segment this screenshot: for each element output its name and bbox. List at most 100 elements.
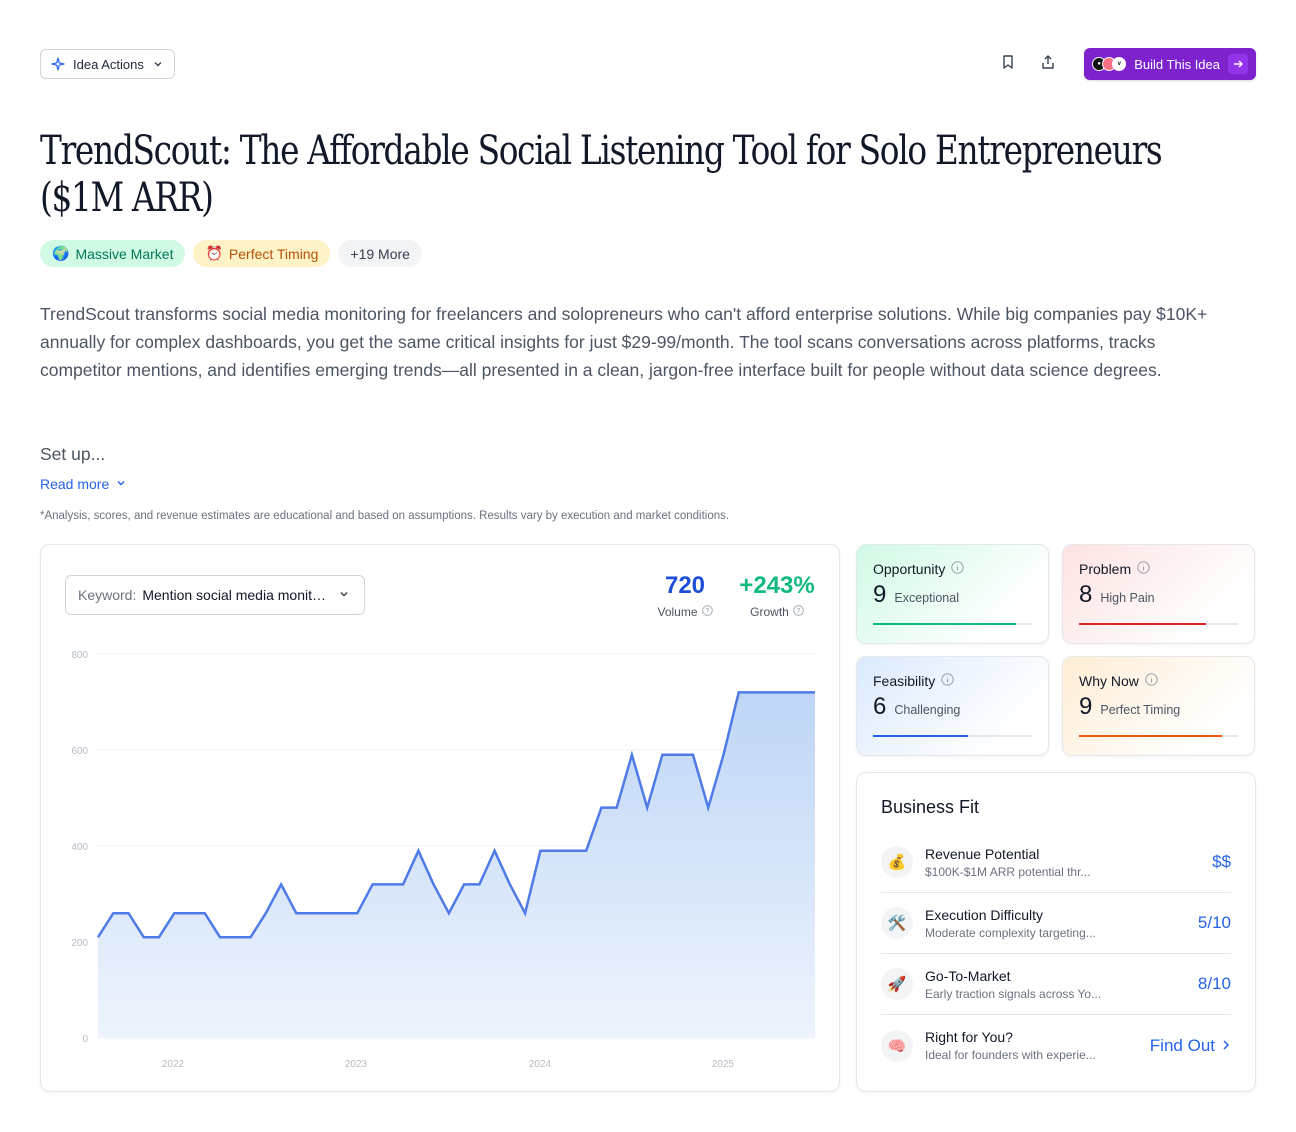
score-text: Challenging <box>894 703 961 717</box>
why-now-score-card[interactable]: Why Now 9 Perfect Timing <box>1062 656 1255 756</box>
rocket-icon: 🚀 <box>881 968 913 1000</box>
build-this-idea-button[interactable]: ● v Build This Idea <box>1084 48 1256 80</box>
area-fill <box>98 692 815 1038</box>
score-bar <box>873 735 1032 737</box>
sparkle-icon <box>51 57 65 71</box>
find-out-label: Find Out <box>1149 1035 1215 1055</box>
globe-icon: 🌍 <box>52 245 70 261</box>
svg-text:?: ? <box>796 608 800 615</box>
read-more-link[interactable]: Read more <box>40 476 127 492</box>
help-icon[interactable]: ? <box>701 605 713 619</box>
x-tick-label: 2022 <box>162 1059 185 1070</box>
score-bar <box>1079 735 1238 737</box>
score-value: 9 <box>873 581 887 608</box>
chevron-down-icon <box>115 476 127 492</box>
tag-label: Perfect Timing <box>228 245 319 262</box>
score-bar <box>1079 623 1238 625</box>
opportunity-score-card[interactable]: Opportunity 9 Exceptional <box>856 544 1049 644</box>
bookmark-icon <box>1000 54 1016 75</box>
volume-label-row: Volume ? <box>653 605 717 619</box>
chevron-down-icon <box>152 58 164 70</box>
business-fit-card: Business Fit 💰 Revenue Potential $100K-$1… <box>856 772 1256 1092</box>
score-name: Problem <box>1079 561 1132 577</box>
score-value: 8 <box>1079 581 1093 608</box>
info-icon[interactable] <box>941 673 954 689</box>
growth-stat: +243% Growth ? <box>735 571 819 619</box>
tool-logo-icon: v <box>1112 57 1127 71</box>
money-bag-icon: 💰 <box>881 846 913 878</box>
bookmark-button[interactable] <box>996 48 1020 80</box>
tools-icon: 🛠️ <box>881 907 913 939</box>
read-more-label: Read more <box>40 476 110 492</box>
score-text: High Pain <box>1100 591 1155 605</box>
revenue-potential-row[interactable]: 💰 Revenue Potential $100K-$1M ARR potenti… <box>881 832 1231 893</box>
row-title: Go-To-Market <box>925 967 1011 984</box>
problem-score-card[interactable]: Problem 8 High Pain <box>1062 544 1255 644</box>
row-title: Revenue Potential <box>925 845 1040 862</box>
score-bar-fill <box>873 623 1017 625</box>
volume-label: Volume <box>657 605 698 619</box>
info-icon[interactable] <box>1145 673 1158 689</box>
y-tick-label: 800 <box>71 650 88 661</box>
score-bar-fill <box>873 735 969 737</box>
tag-list: 🌍 Massive Market ⏰ Perfect Timing +19 Mo… <box>40 240 422 267</box>
growth-label: Growth <box>750 605 789 619</box>
share-icon <box>1040 54 1056 75</box>
tag-perfect-timing[interactable]: ⏰ Perfect Timing <box>193 240 331 267</box>
volume-stat: 720 Volume ? <box>653 571 717 619</box>
row-value: 5/10 <box>1197 913 1231 932</box>
execution-difficulty-row[interactable]: 🛠️ Execution Difficulty Moderate complexi… <box>881 893 1231 954</box>
y-tick-label: 400 <box>71 842 88 853</box>
trend-chart-card: Keyword: Mention social media monitoring… <box>40 544 840 1092</box>
score-name: Feasibility <box>873 673 936 689</box>
tool-logos: ● v <box>1092 57 1127 71</box>
growth-label-row: Growth ? <box>735 605 819 619</box>
share-button[interactable] <box>1036 48 1060 80</box>
info-icon[interactable] <box>1137 561 1150 577</box>
tag-massive-market[interactable]: 🌍 Massive Market <box>40 240 186 267</box>
keyword-value: Mention social media monitoring <box>142 587 333 603</box>
build-label: Build This Idea <box>1134 56 1220 72</box>
trend-chart: 800 600 400 200 0 2022 2023 2024 2025 <box>71 650 815 1070</box>
disclaimer: *Analysis, scores, and revenue estimates… <box>40 510 730 522</box>
score-bar-fill <box>1079 623 1207 625</box>
score-text: Perfect Timing <box>1100 703 1181 717</box>
right-for-you-row[interactable]: 🧠 Right for You? Ideal for founders with … <box>881 1015 1231 1076</box>
svg-text:?: ? <box>705 608 709 615</box>
score-bar-fill <box>1079 735 1223 737</box>
keyword-label: Keyword: <box>78 587 137 603</box>
arrow-right-icon <box>1228 54 1248 74</box>
x-tick-label: 2025 <box>712 1059 735 1070</box>
more-tags-button[interactable]: +19 More <box>338 240 422 267</box>
page-title: TrendScout: The Affordable Social Listen… <box>40 128 1163 221</box>
description-continued: Set up... <box>40 444 106 464</box>
row-title: Execution Difficulty <box>925 906 1044 923</box>
x-tick-label: 2024 <box>529 1059 552 1070</box>
idea-actions-dropdown[interactable]: Idea Actions <box>40 49 175 79</box>
row-title: Right for You? <box>925 1029 1013 1045</box>
alarm-clock-icon: ⏰ <box>205 245 223 261</box>
y-tick-label: 200 <box>71 938 88 949</box>
row-subtitle: Moderate complexity targeting... <box>925 925 1096 940</box>
score-text: Exceptional <box>894 591 959 605</box>
business-fit-title: Business Fit <box>881 797 980 817</box>
row-subtitle: Ideal for founders with experie... <box>925 1048 1096 1062</box>
info-icon[interactable] <box>951 561 965 577</box>
brain-icon: 🧠 <box>881 1029 913 1062</box>
volume-value: 720 <box>664 572 706 599</box>
find-out-link[interactable]: Find Out <box>1150 1036 1231 1056</box>
score-bar <box>873 623 1032 625</box>
row-value: $$ <box>1212 852 1231 871</box>
go-to-market-row[interactable]: 🚀 Go-To-Market Early traction signals acr… <box>881 954 1231 1015</box>
top-bar: Idea Actions ● v Build This Idea <box>40 48 1256 80</box>
row-subtitle: $100K-$1M ARR potential thr... <box>925 864 1091 879</box>
x-tick-label: 2023 <box>345 1059 368 1070</box>
chevron-down-icon <box>338 587 350 603</box>
feasibility-score-card[interactable]: Feasibility 6 Challenging <box>856 656 1049 756</box>
tag-label: +19 More <box>350 245 410 262</box>
y-tick-label: 600 <box>71 746 88 757</box>
score-value: 9 <box>1079 693 1093 720</box>
help-icon[interactable]: ? <box>793 605 804 619</box>
idea-description: TrendScout transforms social media monit… <box>40 304 1208 380</box>
keyword-select[interactable]: Keyword: Mention social media monitoring <box>65 575 365 615</box>
